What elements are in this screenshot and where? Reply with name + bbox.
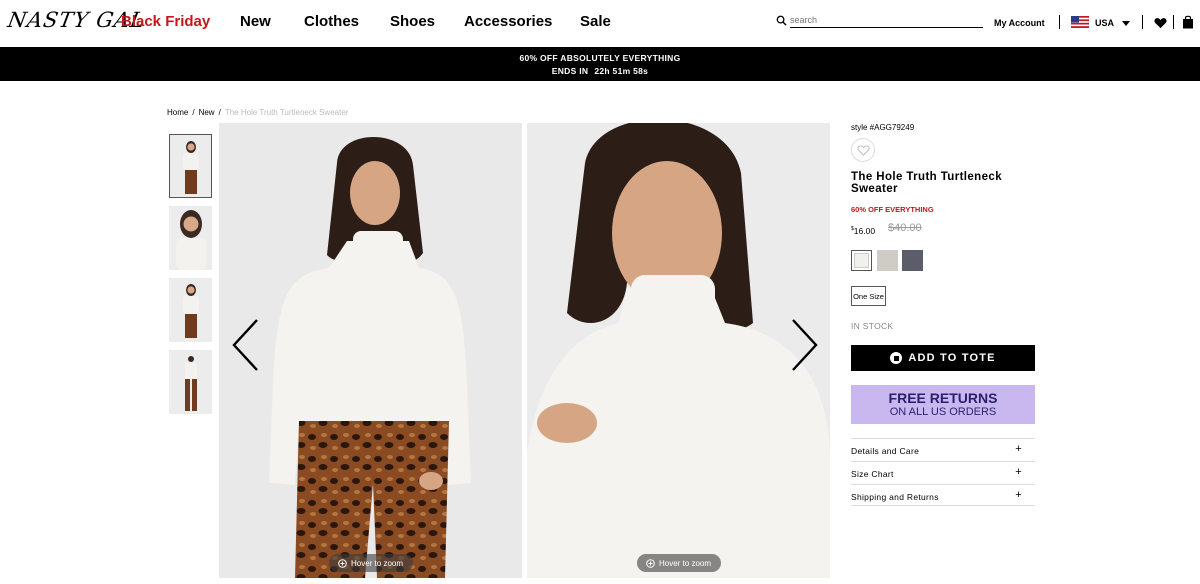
breadcrumb: Home / New / The Hole Truth Turtleneck Sweat… bbox=[167, 108, 349, 117]
plus-icon: + bbox=[1015, 489, 1022, 501]
color-swatch-cream[interactable] bbox=[851, 250, 872, 271]
zoom-label: Hover to zoom bbox=[350, 558, 404, 568]
accordion-shipping[interactable]: Shipping and Returns + bbox=[851, 484, 1035, 506]
add-to-tote-button[interactable]: ADD TO TOTE bbox=[851, 345, 1035, 371]
hover-to-zoom: Hover to zoom bbox=[328, 554, 413, 572]
accordion-size-chart[interactable]: Size Chart + bbox=[851, 461, 1035, 483]
bag-icon[interactable] bbox=[1182, 15, 1194, 29]
search-icon[interactable] bbox=[776, 15, 787, 26]
breadcrumb-home[interactable]: Home bbox=[167, 108, 188, 117]
nav-clothes[interactable]: Clothes bbox=[304, 13, 359, 30]
original-price: $40.00 bbox=[888, 222, 922, 234]
chevron-right-icon[interactable] bbox=[789, 318, 819, 372]
nav-sale[interactable]: Sale bbox=[580, 13, 611, 30]
model-thumbnail-image bbox=[182, 284, 199, 338]
style-number: style #AGG79249 bbox=[851, 123, 915, 132]
price-value: 16.00 bbox=[853, 226, 876, 236]
search-input[interactable] bbox=[790, 12, 983, 28]
my-account-link[interactable]: My Account bbox=[994, 18, 1045, 28]
product-image-main[interactable]: Hover to zoom bbox=[219, 123, 522, 578]
bag-icon bbox=[890, 352, 903, 364]
product-image-secondary[interactable]: Hover to zoom bbox=[527, 123, 830, 578]
countdown-label: ENDS IN bbox=[551, 66, 589, 76]
accordion-label: Size Chart bbox=[851, 469, 894, 479]
size-option[interactable]: One Size bbox=[851, 286, 886, 306]
countdown-timer: 22h 51m 58s bbox=[594, 66, 649, 76]
plus-icon: + bbox=[1015, 466, 1022, 478]
thumbnail[interactable] bbox=[169, 350, 212, 414]
heart-icon[interactable] bbox=[1154, 17, 1167, 29]
zoom-label: Hover to zoom bbox=[658, 558, 712, 568]
returns-subline: ON ALL US ORDERS bbox=[889, 406, 997, 418]
sale-badge: 60% OFF EVERYTHING bbox=[851, 205, 934, 214]
add-to-tote-label: ADD TO TOTE bbox=[908, 352, 996, 364]
model-closeup-image bbox=[527, 123, 830, 578]
accordion-details[interactable]: Details and Care + bbox=[851, 438, 1035, 460]
breadcrumb-new[interactable]: New bbox=[199, 108, 215, 117]
model-full-length-thumbnail-image bbox=[184, 356, 197, 411]
accordion-label: Shipping and Returns bbox=[851, 492, 939, 502]
nav-black-friday[interactable]: Black Friday bbox=[121, 13, 210, 30]
chevron-left-icon[interactable] bbox=[231, 318, 261, 372]
breadcrumb-current: The Hole Truth Turtleneck Sweater bbox=[224, 108, 349, 117]
thumbnail[interactable] bbox=[169, 278, 212, 342]
divider bbox=[1173, 15, 1174, 29]
wishlist-button[interactable] bbox=[851, 138, 875, 162]
model-full-body-image bbox=[219, 123, 522, 578]
promo-countdown: ENDS IN 22h 51m 58s bbox=[0, 66, 1200, 76]
model-thumbnail-image bbox=[182, 141, 199, 194]
promo-headline: 60% OFF ABSOLUTELY EVERYTHING bbox=[519, 53, 681, 63]
color-swatch-grey[interactable] bbox=[877, 250, 898, 271]
promo-banner[interactable]: 60% OFF ABSOLUTELY EVERYTHING ENDS IN 22h… bbox=[0, 47, 1200, 81]
nav-shoes[interactable]: Shoes bbox=[390, 13, 435, 30]
us-flag-icon[interactable] bbox=[1071, 16, 1089, 28]
heart-outline-icon bbox=[856, 144, 870, 156]
nav-accessories[interactable]: Accessories bbox=[464, 13, 552, 30]
thumbnail[interactable] bbox=[169, 206, 212, 270]
product-title: The Hole Truth Turtleneck Sweater bbox=[851, 171, 1002, 195]
thumbnail[interactable] bbox=[169, 134, 212, 198]
country-selector[interactable]: USA bbox=[1095, 18, 1114, 28]
color-swatch-slate[interactable] bbox=[902, 250, 923, 271]
accordion-label: Details and Care bbox=[851, 446, 920, 456]
search bbox=[776, 12, 984, 30]
returns-headline: FREE RETURNS bbox=[888, 390, 998, 406]
zoom-icon bbox=[646, 558, 655, 568]
chevron-down-icon[interactable] bbox=[1122, 21, 1130, 26]
nav-new[interactable]: New bbox=[240, 13, 271, 30]
divider bbox=[1142, 15, 1143, 29]
zoom-icon bbox=[338, 558, 347, 568]
divider bbox=[1059, 15, 1060, 29]
plus-icon: + bbox=[1015, 443, 1022, 455]
sale-price: $16.00 bbox=[851, 226, 875, 236]
model-closeup-thumbnail-image bbox=[175, 210, 206, 270]
stock-status: IN STOCK bbox=[851, 321, 894, 331]
site-header: NASTY GAL Black Friday New Clothes Shoes… bbox=[0, 0, 1200, 46]
free-returns-banner: FREE RETURNS ON ALL US ORDERS bbox=[851, 385, 1035, 424]
hover-to-zoom: Hover to zoom bbox=[636, 554, 721, 572]
